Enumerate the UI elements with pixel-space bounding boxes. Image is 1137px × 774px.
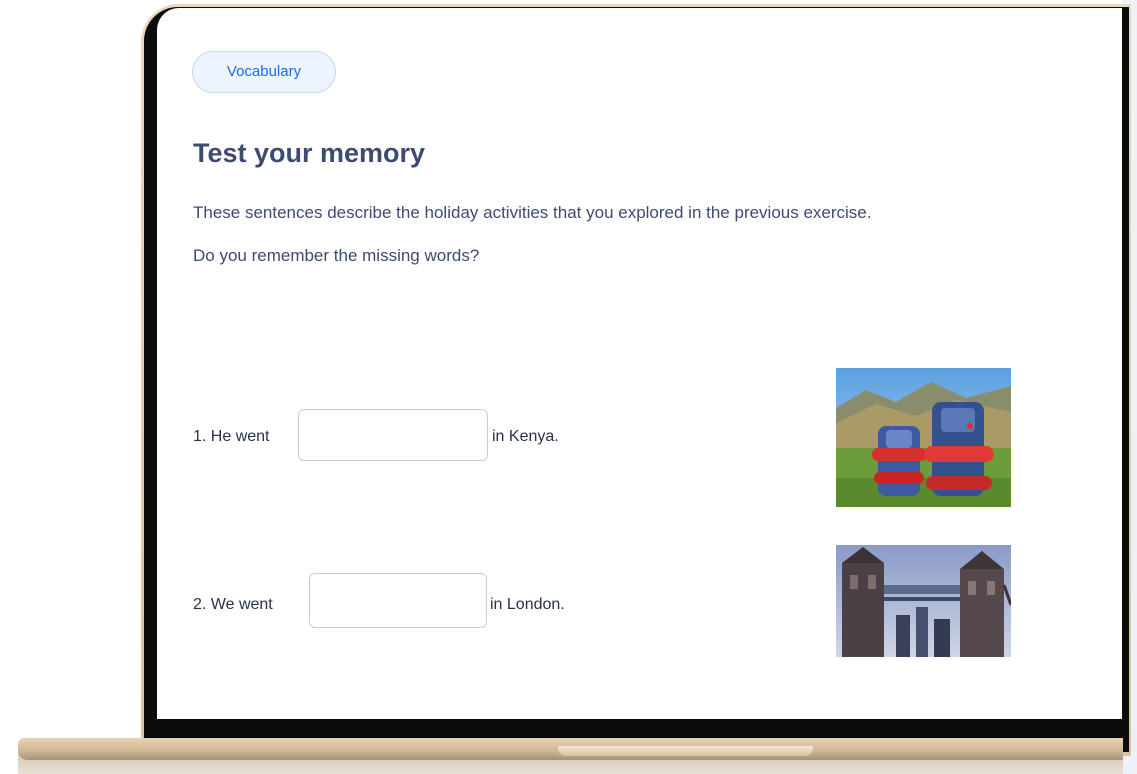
laptop-screen: Vocabulary Test your memory These senten… <box>157 8 1122 719</box>
backpacks-photo <box>836 368 1011 507</box>
tower-bridge-photo <box>836 545 1011 657</box>
question-1-answer-input[interactable] <box>298 409 488 461</box>
instructions-line-1: These sentences describe the holiday act… <box>193 203 872 222</box>
vocabulary-tag[interactable]: Vocabulary <box>192 51 336 93</box>
page-title: Test your memory <box>193 138 426 168</box>
question-1-suffix: in Kenya. <box>492 428 559 445</box>
question-2-answer-input[interactable] <box>309 573 487 628</box>
laptop-base-notch <box>558 746 813 756</box>
question-2-prefix: 2. We went <box>193 596 273 613</box>
question-1-prefix: 1. He went <box>193 428 270 445</box>
question-2-suffix: in London. <box>490 596 565 613</box>
instructions-line-2: Do you remember the missing words? <box>193 246 480 265</box>
